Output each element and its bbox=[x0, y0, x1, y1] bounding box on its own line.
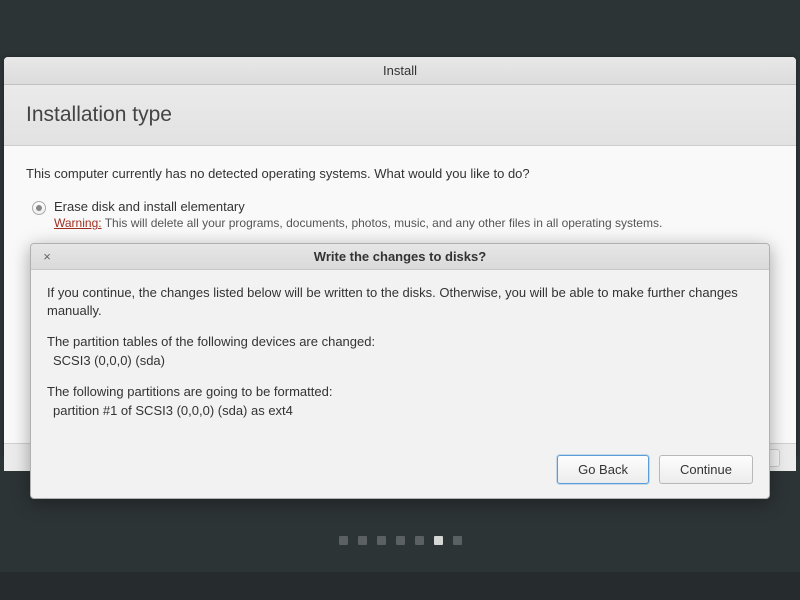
intro-text: This computer currently has no detected … bbox=[26, 166, 774, 181]
page-heading: Installation type bbox=[26, 103, 774, 127]
option-erase-disk[interactable]: Erase disk and install elementary Warnin… bbox=[54, 199, 774, 230]
dot bbox=[453, 536, 462, 545]
option-label: Erase disk and install elementary bbox=[54, 199, 774, 214]
dialog-line3: The following partitions are going to be… bbox=[47, 383, 753, 401]
window-title: Install bbox=[383, 63, 417, 78]
dot bbox=[415, 536, 424, 545]
window-titlebar: Install bbox=[4, 57, 796, 85]
page-indicator bbox=[0, 536, 800, 545]
page-header: Installation type bbox=[4, 85, 796, 146]
radio-icon[interactable] bbox=[32, 201, 46, 215]
confirm-dialog: × Write the changes to disks? If you con… bbox=[30, 243, 770, 499]
dialog-line1: If you continue, the changes listed belo… bbox=[47, 284, 753, 319]
dialog-line2: The partition tables of the following de… bbox=[47, 333, 753, 351]
close-icon[interactable]: × bbox=[39, 249, 55, 265]
dot bbox=[377, 536, 386, 545]
dot bbox=[358, 536, 367, 545]
warning-text: This will delete all your programs, docu… bbox=[102, 216, 663, 230]
dialog-devices: SCSI3 (0,0,0) (sda) bbox=[53, 352, 753, 370]
dialog-buttons: Go Back Continue bbox=[31, 443, 769, 498]
warning-prefix: Warning: bbox=[54, 216, 102, 230]
dialog-body: If you continue, the changes listed belo… bbox=[31, 270, 769, 443]
option-warning: Warning: This will delete all your progr… bbox=[54, 216, 774, 230]
dot bbox=[396, 536, 405, 545]
go-back-button[interactable]: Go Back bbox=[557, 455, 649, 484]
continue-button[interactable]: Continue bbox=[659, 455, 753, 484]
bottom-panel bbox=[0, 572, 800, 600]
dialog-title: Write the changes to disks? bbox=[314, 249, 486, 264]
dot-active bbox=[434, 536, 443, 545]
dot bbox=[339, 536, 348, 545]
dialog-partitions: partition #1 of SCSI3 (0,0,0) (sda) as e… bbox=[53, 402, 753, 420]
dialog-header: × Write the changes to disks? bbox=[31, 244, 769, 270]
